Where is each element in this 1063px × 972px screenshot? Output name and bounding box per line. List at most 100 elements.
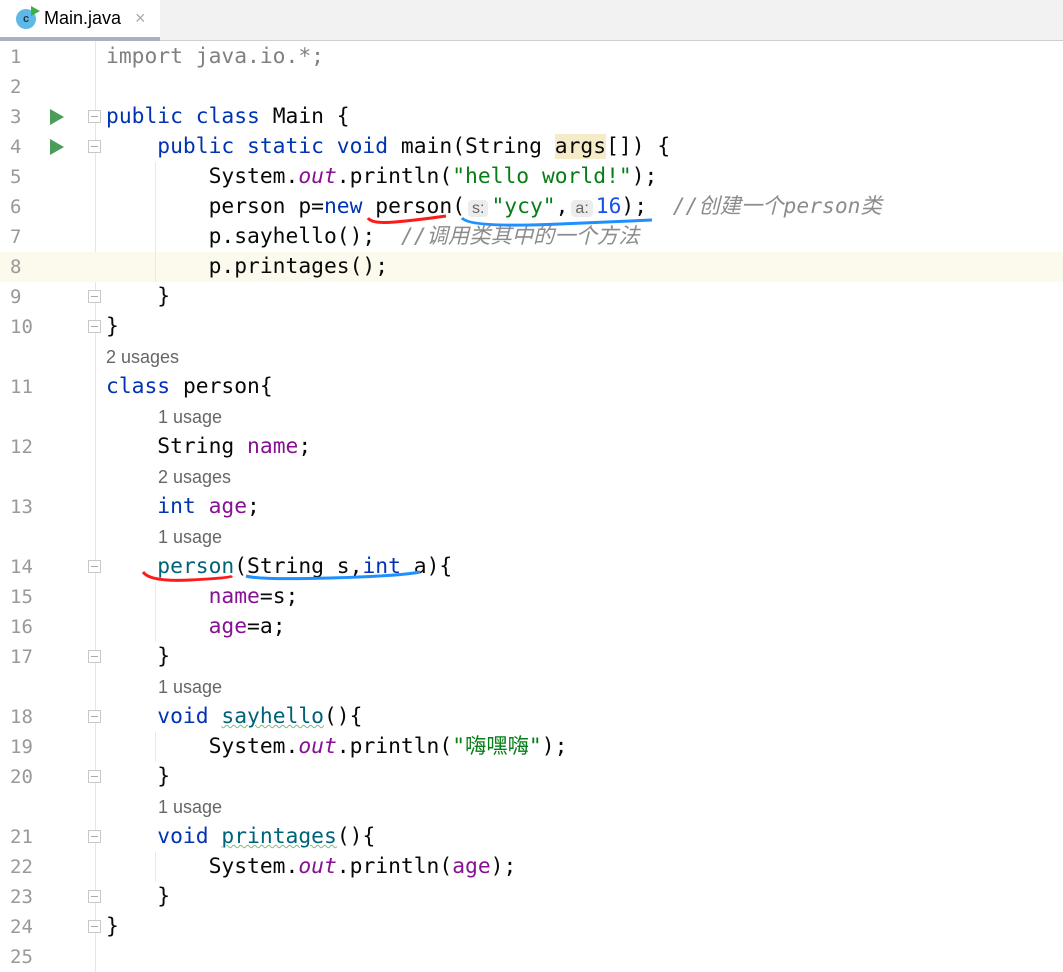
code-line: 24} <box>0 912 1063 942</box>
code-line: 8 p.printages(); <box>0 252 1063 282</box>
tab-main-java[interactable]: c Main.java × <box>0 0 160 41</box>
code-text: name=s; <box>106 582 299 612</box>
code-token: out <box>298 734 337 759</box>
code-text: } <box>106 912 119 942</box>
code-token: } <box>106 914 119 939</box>
fold-icon[interactable] <box>88 290 101 303</box>
code-token: } <box>106 764 171 789</box>
line-number: 3 <box>10 106 22 128</box>
line-number: 12 <box>10 436 33 458</box>
code-token: person <box>157 554 235 579</box>
code-token: out <box>298 854 337 879</box>
code-line: 16 age=a; <box>0 612 1063 642</box>
code-token: .println( <box>336 854 453 879</box>
line-number: 15 <box>10 586 33 608</box>
code-text: person(String s,int a){ <box>106 552 452 582</box>
usages-link[interactable]: 1 usage <box>158 402 222 432</box>
tab-label: Main.java <box>44 8 122 28</box>
line-number: 14 <box>10 556 33 578</box>
code-text: void sayhello(){ <box>106 702 362 732</box>
code-text: } <box>106 312 119 342</box>
code-token: public static void <box>106 134 401 159</box>
code-text: public static void main(String args[]) { <box>106 132 670 162</box>
line-number: 25 <box>10 946 33 968</box>
code-text: class person{ <box>106 372 273 402</box>
usages-link[interactable]: 1 usage <box>158 672 222 702</box>
code-token: person( <box>362 194 466 219</box>
code-token: args <box>554 134 607 159</box>
code-line: 22 System.out.println(age); <box>0 852 1063 882</box>
code-token: sayhello <box>221 704 324 729</box>
code-token: (){ <box>323 704 363 729</box>
fold-icon[interactable] <box>88 890 101 903</box>
code-token: "ycy" <box>491 194 556 219</box>
code-token: ); <box>490 854 517 879</box>
code-line: 14 person(String s,int a){ <box>0 552 1063 582</box>
usage-hint-row: 2 usages <box>0 462 1063 492</box>
line-number: 21 <box>10 826 33 848</box>
fold-icon[interactable] <box>88 110 101 123</box>
usages-link[interactable]: 2 usages <box>106 342 179 372</box>
code-token: .println( <box>336 734 453 759</box>
code-token: "嗨嘿嗨" <box>452 734 542 759</box>
code-token: person p= <box>106 194 324 219</box>
code-token: 16 <box>595 194 622 219</box>
code-line: 15 name=s; <box>0 582 1063 612</box>
code-line: 20 } <box>0 762 1063 792</box>
code-text: p.sayhello(); //调用类其中的一个方法 <box>106 222 640 252</box>
code-token: } <box>106 884 171 909</box>
fold-icon[interactable] <box>88 920 101 933</box>
code-line: 6 person p=new person(s: "ycy", a: 16); //创… <box>0 192 1063 222</box>
code-token: person{ <box>182 374 273 399</box>
line-number: 5 <box>10 166 22 188</box>
close-icon[interactable]: × <box>135 8 146 29</box>
code-line: 4 public static void main(String args[])… <box>0 132 1063 162</box>
code-token: void <box>106 704 222 729</box>
code-token: (String s, <box>234 554 363 579</box>
code-token: int <box>362 554 401 579</box>
run-icon[interactable] <box>50 139 64 155</box>
usages-link[interactable]: 2 usages <box>158 462 231 492</box>
code-token: main(String <box>400 134 555 159</box>
fold-icon[interactable] <box>88 560 101 573</box>
code-text: } <box>106 882 170 912</box>
code-token: public class <box>106 104 273 129</box>
run-icon[interactable] <box>50 109 64 125</box>
code-line: 11 class person{ <box>0 372 1063 402</box>
code-token: "hello world!" <box>452 164 632 189</box>
code-token: System. <box>106 164 299 189</box>
code-text: import java.io.*; <box>106 42 324 72</box>
line-number: 16 <box>10 616 33 638</box>
fold-icon[interactable] <box>88 710 101 723</box>
fold-icon[interactable] <box>88 140 101 153</box>
code-token: ; <box>298 434 312 459</box>
line-number: 4 <box>10 136 22 158</box>
usages-link[interactable]: 1 usage <box>158 522 222 552</box>
code-line: 9 } <box>0 282 1063 312</box>
code-line: 10} <box>0 312 1063 342</box>
code-line: 17 } <box>0 642 1063 672</box>
fold-icon[interactable] <box>88 770 101 783</box>
code-token: p.sayhello(); <box>106 224 401 249</box>
code-text: System.out.println(age); <box>106 852 517 882</box>
code-text: } <box>106 642 170 672</box>
java-class-icon: c <box>16 5 40 29</box>
line-number: 23 <box>10 886 33 908</box>
code-token: void <box>106 824 222 849</box>
code-line: 12 String name; <box>0 432 1063 462</box>
line-number: 7 <box>10 226 22 248</box>
code-line: 23 } <box>0 882 1063 912</box>
line-number: 8 <box>10 256 22 278</box>
code-token: ; <box>247 494 260 519</box>
usages-link[interactable]: 1 usage <box>158 792 222 822</box>
fold-icon[interactable] <box>88 830 101 843</box>
code-text: System.out.println("嗨嘿嗨"); <box>106 732 568 762</box>
usage-hint-row: 1 usage <box>0 522 1063 552</box>
code-token: out <box>298 164 337 189</box>
fold-icon[interactable] <box>88 650 101 663</box>
usage-hint-row: 1 usage <box>0 672 1063 702</box>
fold-icon[interactable] <box>88 320 101 333</box>
code-token: age <box>208 614 248 639</box>
